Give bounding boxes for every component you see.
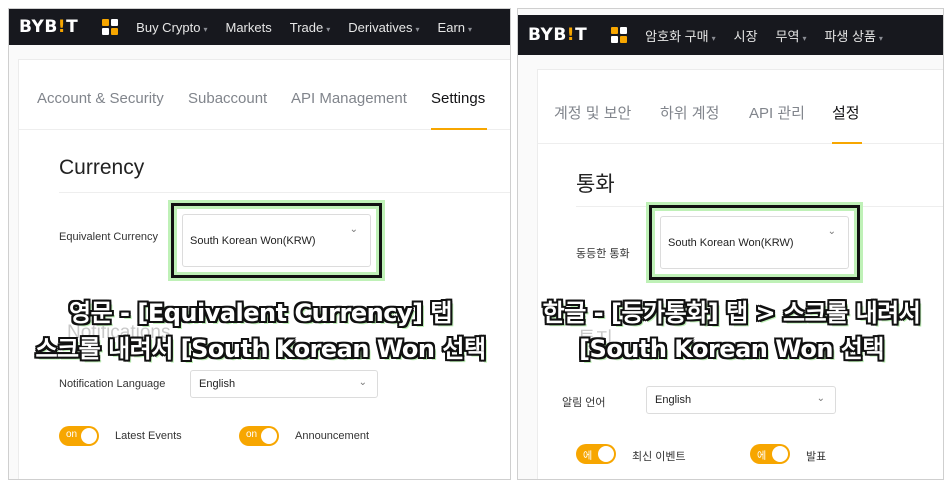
notification-language-select[interactable]: English ⌄ (190, 370, 378, 398)
nav-buy-crypto[interactable]: 암호화 구매 ▾ (645, 26, 715, 45)
chevron-down-icon: ⌄ (349, 224, 358, 235)
bybit-logo[interactable]: BYB!T (19, 17, 78, 37)
announcement-label: Announcement (295, 430, 369, 442)
settings-tabs: Account & Security Subaccount API Manage… (19, 60, 510, 130)
highlight-equivalent-currency: South Korean Won(KRW) ⌄ (649, 205, 860, 280)
announcement-label: 발표 (806, 451, 827, 463)
apps-grid-icon[interactable] (102, 19, 119, 35)
nav-trade[interactable]: Trade ▾ (290, 20, 331, 35)
active-tab-indicator (431, 128, 487, 130)
tab-subaccount[interactable]: 하위 계정 (660, 102, 719, 123)
latest-events-label: 최신 이벤트 (632, 451, 686, 463)
nav-buy-crypto[interactable]: Buy Crypto ▾ (136, 20, 207, 35)
nav-earn[interactable]: Earn ▾ (438, 20, 472, 35)
equivalent-currency-label: Equivalent Currency (59, 231, 159, 243)
notification-language-select[interactable]: English ⌄ (646, 386, 836, 414)
tab-settings[interactable]: 설정 (832, 102, 860, 123)
apps-grid-icon[interactable] (611, 27, 628, 43)
notification-language-value: English (655, 394, 692, 406)
caption-line-1: 영문 - [Equivalent Currency] 탭 (69, 299, 452, 327)
equivalent-currency-value: South Korean Won(KRW) (668, 236, 794, 249)
active-tab-indicator (832, 142, 862, 144)
latest-events-toggle[interactable]: on (59, 426, 99, 446)
notification-language-label: Notification Language (59, 378, 166, 390)
announcement-toggle[interactable]: 에 (750, 444, 790, 464)
section-divider (59, 192, 510, 193)
bybit-logo[interactable]: BYB!T (528, 25, 587, 45)
nav-derivatives[interactable]: Derivatives ▾ (348, 20, 419, 35)
nav-trade[interactable]: 무역 ▾ (776, 26, 807, 45)
currency-title: Currency (59, 156, 145, 179)
notification-language-value: English (199, 378, 236, 390)
announcement-toggle[interactable]: on (239, 426, 279, 446)
nav-derivatives[interactable]: 파생 상품 ▾ (824, 26, 882, 45)
equivalent-currency-select[interactable]: South Korean Won(KRW) ⌄ (182, 214, 371, 267)
top-navbar: BYB!T 암호화 구매 ▾ 시장 무역 ▾ 파생 상품 ▾ (518, 15, 943, 55)
equivalent-currency-value: South Korean Won(KRW) (190, 234, 316, 247)
caption-line-2: [South Korean Won 선택 (579, 335, 884, 363)
tab-account-security[interactable]: 계정 및 보안 (554, 102, 631, 123)
korean-screenshot-panel: BYB!T 암호화 구매 ▾ 시장 무역 ▾ 파생 상품 ▾ 계정 및 보안 하위 계… (517, 8, 944, 480)
tab-api-management[interactable]: API 관리 (749, 102, 805, 123)
nav-markets[interactable]: Markets (226, 20, 272, 35)
latest-events-toggle[interactable]: 에 (576, 444, 616, 464)
equivalent-currency-label: 동등한 통화 (576, 248, 630, 260)
tab-account-security[interactable]: Account & Security (37, 90, 164, 107)
chevron-down-icon: ⌄ (816, 393, 825, 404)
chevron-down-icon: ⌄ (827, 226, 836, 237)
currency-title: 통화 (576, 173, 615, 196)
tab-api-management[interactable]: API Management (291, 90, 407, 107)
latest-events-label: Latest Events (115, 430, 182, 442)
settings-tabs: 계정 및 보안 하위 계정 API 관리 설정 (538, 70, 943, 144)
highlight-equivalent-currency: South Korean Won(KRW) ⌄ (171, 203, 382, 278)
english-screenshot-panel: BYB!T Buy Crypto ▾ Markets Trade ▾ Derivat… (8, 8, 511, 480)
caption-line-1: 한글 - [등가통화] 탭 > 스크롤 내려서 (542, 299, 921, 327)
nav-markets[interactable]: 시장 (734, 26, 758, 45)
caption-line-2: 스크롤 내려서 [South Korean Won 선택 (35, 335, 486, 363)
top-navbar: BYB!T Buy Crypto ▾ Markets Trade ▾ Derivat… (9, 9, 510, 45)
notification-language-label: 알림 언어 (562, 397, 606, 409)
tab-subaccount[interactable]: Subaccount (188, 90, 267, 107)
equivalent-currency-select[interactable]: South Korean Won(KRW) ⌄ (660, 216, 849, 269)
chevron-down-icon: ⌄ (358, 377, 367, 388)
tab-settings[interactable]: Settings (431, 90, 485, 107)
